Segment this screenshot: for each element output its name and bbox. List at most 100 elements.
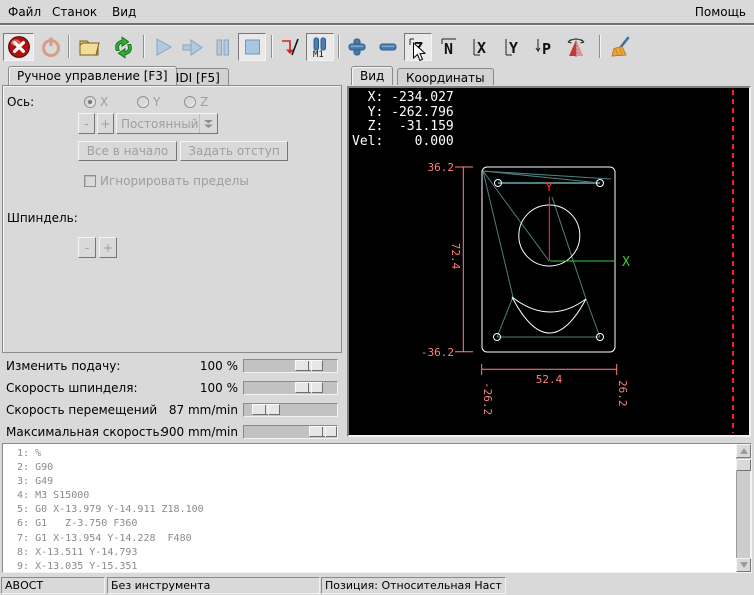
- estop-icon: [7, 36, 30, 58]
- tab-dro-label: Координаты: [406, 71, 485, 85]
- spindle-label: Шпиндель:: [7, 211, 78, 225]
- axis-label: Ось:: [7, 95, 35, 109]
- axis-window: Файл Станок Вид Помощь M1 N X Y P Ручное…: [0, 0, 754, 595]
- zoom-out-button[interactable]: [374, 33, 402, 61]
- dro-readout: X: -234.027 Y: -262.796 Z: -31.159 Vel: …: [352, 90, 454, 149]
- menu-file[interactable]: Файл: [4, 4, 45, 20]
- jog-plus-button[interactable]: +: [97, 113, 114, 134]
- spindle-plus-button[interactable]: +: [99, 237, 117, 258]
- spindle-override-slider[interactable]: [243, 381, 338, 395]
- ignore-limits-checkbox[interactable]: [84, 175, 96, 187]
- status-estop: АВОСТ: [1, 577, 105, 594]
- optional-pause-m1-button[interactable]: M1: [306, 33, 334, 61]
- view-p-icon: P: [535, 39, 551, 58]
- svg-text:N: N: [444, 40, 453, 58]
- step-button[interactable]: [178, 33, 206, 61]
- spindle-minus-button[interactable]: -: [78, 237, 96, 258]
- radio-axis-x[interactable]: [84, 96, 96, 108]
- open-file-button[interactable]: [74, 33, 104, 61]
- rotate-view-button[interactable]: [562, 33, 590, 61]
- gcode-line[interactable]: 9: X-13.035 Y-15.351: [11, 560, 204, 574]
- menu-help[interactable]: Помощь: [691, 4, 750, 20]
- radio-axis-z[interactable]: [184, 96, 196, 108]
- slider-handle[interactable]: [309, 426, 337, 437]
- dimension-labels: 36.2 -36.2 72.4 52.4 -26.2 26.2: [421, 161, 629, 415]
- y-axis-label: Y: [545, 180, 553, 194]
- view-p-button[interactable]: P: [531, 33, 559, 61]
- jog-speed-slider[interactable]: [243, 403, 338, 417]
- jog-mode-value: Постоянный: [121, 116, 199, 131]
- menubar-separator: [0, 23, 754, 26]
- svg-text:X: X: [477, 39, 486, 57]
- max-velocity-value: 900 mm/min: [161, 425, 238, 439]
- toolbar-separator: [599, 35, 601, 58]
- svg-text:72.4: 72.4: [449, 243, 462, 270]
- machine-power-icon: [42, 37, 60, 57]
- slider-handle[interactable]: [252, 404, 281, 415]
- scrollbar-up-button[interactable]: [736, 444, 751, 458]
- radio-axis-x-label: X: [100, 95, 109, 109]
- slider-handle[interactable]: [295, 360, 324, 371]
- gcode-line[interactable]: 6: G1 Z-3.750 F360: [11, 517, 204, 531]
- view-y-button[interactable]: Y: [500, 33, 528, 61]
- estop-button[interactable]: [3, 33, 34, 61]
- menu-view[interactable]: Вид: [108, 4, 140, 20]
- view-z-rotated-button[interactable]: N: [436, 33, 464, 61]
- svg-text:36.2: 36.2: [428, 161, 455, 174]
- gcode-listing[interactable]: 1: % 2: G90 3: G49 4: M3 S15000 5: G0 X-…: [2, 443, 752, 573]
- gcode-line[interactable]: 7: G1 X-13.954 Y-14.228 F480: [11, 532, 204, 546]
- svg-text:Y: Y: [509, 39, 518, 57]
- pause-button[interactable]: [208, 33, 236, 61]
- scrollbar-trough[interactable]: [736, 458, 751, 558]
- scroll-up-icon: [739, 448, 748, 454]
- jog-mode-combobox[interactable]: Постоянный: [116, 113, 218, 134]
- scrollbar-down-button[interactable]: [736, 558, 751, 572]
- step-icon: [182, 39, 203, 56]
- gcode-lines: 1: % 2: G90 3: G49 4: M3 S15000 5: G0 X-…: [11, 447, 204, 574]
- machine-power-button[interactable]: [37, 33, 65, 61]
- reload-button[interactable]: [108, 33, 138, 61]
- radio-axis-y[interactable]: [137, 96, 149, 108]
- jog-speed-value: 87 mm/min: [168, 403, 238, 417]
- tab-manual-control[interactable]: Ручное управление [F3]: [8, 66, 177, 85]
- skip-lines-button[interactable]: [276, 33, 304, 61]
- toolbar-separator: [68, 35, 70, 58]
- slider-handle[interactable]: [295, 382, 324, 393]
- view-x-icon: X: [473, 39, 486, 57]
- scroll-down-icon: [739, 562, 748, 568]
- gcode-line[interactable]: 5: G0 X-13.979 Y-14.911 Z18.100: [11, 503, 204, 517]
- touch-off-button[interactable]: Задать отступ: [180, 141, 288, 161]
- feed-override-label: Изменить подачу:: [6, 359, 121, 373]
- run-button[interactable]: [148, 33, 176, 61]
- jog-minus-button[interactable]: -: [78, 113, 95, 134]
- run-icon: [156, 38, 173, 56]
- menubar: Файл Станок Вид Помощь: [0, 0, 754, 23]
- radio-axis-y-label: Y: [153, 95, 161, 109]
- menu-machine[interactable]: Станок: [48, 4, 101, 20]
- optional-pause-m1-icon: M1: [313, 37, 326, 59]
- pause-icon: [216, 39, 229, 56]
- view-x-button[interactable]: X: [468, 33, 496, 61]
- status-tool: Без инструмента: [107, 577, 320, 594]
- gcode-line[interactable]: 2: G90: [11, 461, 204, 475]
- view-y-icon: Y: [505, 39, 518, 57]
- gcode-line[interactable]: 4: M3 S15000: [11, 489, 204, 503]
- scrollbar-thumb[interactable]: [736, 459, 751, 471]
- rotate-view-icon: [567, 38, 585, 57]
- home-all-button[interactable]: Все в начало: [78, 141, 177, 161]
- view-z-rotated-icon: N: [441, 38, 456, 58]
- max-velocity-slider[interactable]: [243, 425, 338, 439]
- gcode-line[interactable]: 3: G49: [11, 475, 204, 489]
- gcode-line[interactable]: 8: X-13.511 Y-14.793: [11, 546, 204, 560]
- tab-preview[interactable]: Вид: [351, 66, 394, 85]
- tab-dro[interactable]: Координаты: [397, 68, 494, 85]
- svg-text:M1: M1: [313, 50, 324, 59]
- feed-override-slider[interactable]: [243, 359, 338, 373]
- stop-button[interactable]: [238, 33, 266, 61]
- svg-text:P: P: [542, 40, 551, 58]
- clear-plot-button[interactable]: [607, 33, 635, 61]
- zoom-in-button[interactable]: [343, 33, 371, 61]
- reload-icon: [114, 35, 132, 59]
- gcode-line[interactable]: 1: %: [11, 447, 204, 461]
- radio-axis-z-label: Z: [200, 95, 209, 109]
